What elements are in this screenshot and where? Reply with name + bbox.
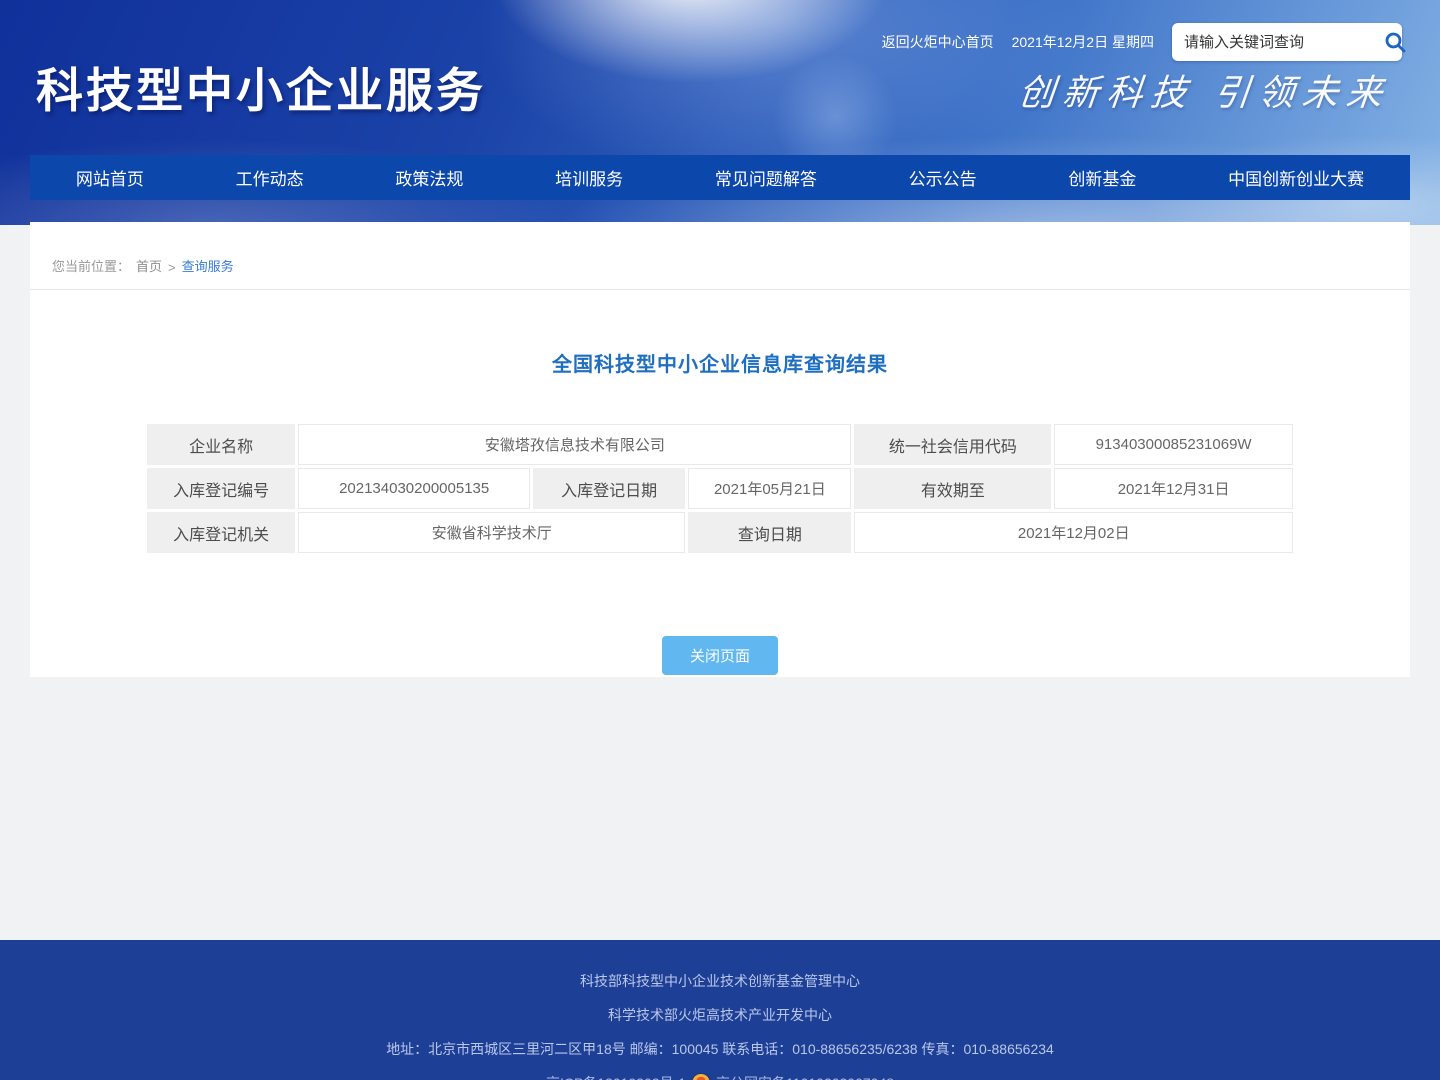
nav-item-competition[interactable]: 中国创新创业大赛 (1220, 165, 1372, 190)
breadcrumb-prefix: 您当前位置： (52, 256, 130, 275)
search-box[interactable] (1172, 23, 1402, 61)
valid-until-value: 2021年12月31日 (1054, 468, 1293, 509)
credit-code-value: 91340300085231069W (1054, 424, 1293, 465)
table-row: 企业名称 安徽塔孜信息技术有限公司 统一社会信用代码 9134030008523… (147, 424, 1293, 465)
police-badge-icon (692, 1074, 710, 1080)
footer: 科技部科技型中小企业技术创新基金管理中心 科学技术部火炬高技术产业开发中心 地址… (0, 940, 1440, 1080)
breadcrumb: 您当前位置： 首页 > 查询服务 (30, 222, 1410, 290)
reg-agency-label: 入库登记机关 (147, 512, 295, 553)
reg-number-label: 入库登记编号 (147, 468, 295, 509)
reg-date-value: 2021年05月21日 (688, 468, 851, 509)
torch-center-home-link[interactable]: 返回火炬中心首页 (882, 32, 994, 52)
valid-until-label: 有效期至 (854, 468, 1051, 509)
company-name-label: 企业名称 (147, 424, 295, 465)
site-logo: 科技型中小企业服务 (36, 52, 486, 121)
search-icon[interactable] (1383, 30, 1407, 54)
query-date-value: 2021年12月02日 (854, 512, 1293, 553)
content-panel: 您当前位置： 首页 > 查询服务 全国科技型中小企业信息库查询结果 企业名称 安… (30, 222, 1410, 677)
credit-code-label: 统一社会信用代码 (854, 424, 1051, 465)
nav-item-home[interactable]: 网站首页 (68, 165, 152, 190)
current-date: 2021年12月2日 星期四 (1012, 32, 1154, 52)
close-page-button[interactable]: 关闭页面 (662, 636, 778, 675)
table-row: 入库登记机关 安徽省科学技术厅 查询日期 2021年12月02日 (147, 512, 1293, 553)
page: 返回火炬中心首页 2021年12月2日 星期四 科技型中小企业服务 创新科技 引… (0, 0, 1440, 1080)
footer-security: 京公网安备11010202007048 (716, 1073, 894, 1080)
reg-date-label: 入库登记日期 (533, 468, 685, 509)
query-date-label: 查询日期 (688, 512, 851, 553)
nav-item-work-news[interactable]: 工作动态 (228, 165, 312, 190)
footer-org2: 科学技术部火炬高技术产业开发中心 (0, 1005, 1440, 1025)
footer-records: 京ICP备13019302号-1 京公网安备11010202007048 (0, 1073, 1440, 1080)
reg-agency-value: 安徽省科学技术厅 (298, 512, 685, 553)
site-slogan: 创新科技 引领未来 (1016, 64, 1393, 116)
breadcrumb-current-link[interactable]: 查询服务 (182, 256, 234, 275)
footer-address: 地址：北京市西城区三里河二区甲18号 邮编：100045 联系电话：010-88… (0, 1039, 1440, 1059)
nav-item-policy[interactable]: 政策法规 (387, 165, 471, 190)
main-nav: 网站首页 工作动态 政策法规 培训服务 常见问题解答 公示公告 创新基金 中国创… (30, 155, 1410, 200)
company-name-value: 安徽塔孜信息技术有限公司 (298, 424, 851, 465)
search-input[interactable] (1184, 34, 1383, 51)
result-table: 企业名称 安徽塔孜信息技术有限公司 统一社会信用代码 9134030008523… (144, 421, 1296, 556)
breadcrumb-separator: > (168, 260, 176, 275)
footer-org1: 科技部科技型中小企业技术创新基金管理中心 (0, 971, 1440, 991)
nav-item-faq[interactable]: 常见问题解答 (707, 165, 825, 190)
breadcrumb-home-link[interactable]: 首页 (136, 256, 162, 275)
nav-item-announcements[interactable]: 公示公告 (901, 165, 985, 190)
topbar: 返回火炬中心首页 2021年12月2日 星期四 (882, 22, 1402, 62)
nav-item-innovation-fund[interactable]: 创新基金 (1060, 165, 1144, 190)
footer-icp: 京ICP备13019302号-1 (546, 1073, 686, 1080)
reg-number-value: 202134030200005135 (298, 468, 530, 509)
nav-item-training[interactable]: 培训服务 (547, 165, 631, 190)
page-title: 全国科技型中小企业信息库查询结果 (30, 348, 1410, 377)
table-row: 入库登记编号 202134030200005135 入库登记日期 2021年05… (147, 468, 1293, 509)
